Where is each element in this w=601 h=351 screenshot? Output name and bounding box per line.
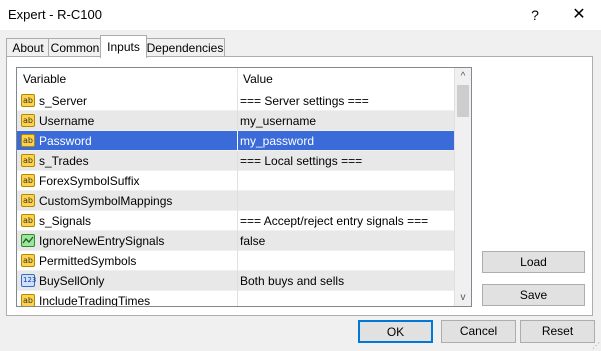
table-row[interactable]: ab CustomSymbolMappings bbox=[17, 191, 454, 211]
variable-name: Username bbox=[39, 114, 95, 128]
variable-name: ForexSymbolSuffix bbox=[39, 174, 140, 188]
variable-name: Password bbox=[39, 134, 92, 148]
grid-header: Variable Value bbox=[17, 68, 454, 91]
variable-name: s_Server bbox=[39, 94, 88, 108]
variable-column-header[interactable]: Variable bbox=[17, 68, 237, 91]
value-cell[interactable]: === Server settings === bbox=[237, 91, 454, 111]
resize-grip-icon[interactable]: ⋰ bbox=[592, 342, 600, 350]
string-param-icon: ab bbox=[21, 294, 35, 306]
variable-name: CustomSymbolMappings bbox=[39, 194, 173, 208]
variable-name: IncludeTradingTimes bbox=[39, 294, 151, 307]
load-button[interactable]: Load bbox=[482, 251, 585, 273]
table-row[interactable]: ab ForexSymbolSuffix bbox=[17, 171, 454, 191]
table-row[interactable]: ab s_Trades === Local settings === bbox=[17, 151, 454, 171]
variable-cell: ab Username bbox=[17, 111, 237, 131]
value-column-header[interactable]: Value bbox=[237, 68, 454, 91]
tab-inputs[interactable]: Inputs bbox=[100, 35, 147, 58]
save-button[interactable]: Save bbox=[482, 284, 585, 306]
string-param-icon: ab bbox=[21, 114, 35, 127]
value-cell[interactable]: my_username bbox=[237, 111, 454, 131]
table-row[interactable]: 123 BuySellOnly Both buys and sells bbox=[17, 271, 454, 291]
tab-common[interactable]: Common bbox=[48, 38, 102, 57]
scroll-down-icon[interactable]: v bbox=[455, 289, 471, 306]
value-cell[interactable]: === Local settings === bbox=[237, 151, 454, 171]
help-button[interactable]: ? bbox=[520, 2, 550, 28]
value-cell[interactable]: === Accept/reject entry signals === bbox=[237, 211, 454, 231]
variable-name: IgnoreNewEntrySignals bbox=[39, 234, 165, 248]
value-cell[interactable] bbox=[237, 251, 454, 271]
value-cell[interactable]: Both buys and sells bbox=[237, 271, 454, 291]
value-cell[interactable]: false bbox=[237, 231, 454, 251]
variable-cell: ab s_Server bbox=[17, 91, 237, 111]
table-row[interactable]: ab Username my_username bbox=[17, 111, 454, 131]
table-row[interactable]: ab s_Server === Server settings === bbox=[17, 91, 454, 111]
variable-cell: ab IncludeTradingTimes bbox=[17, 291, 237, 307]
value-cell[interactable] bbox=[237, 191, 454, 211]
string-param-icon: ab bbox=[21, 154, 35, 167]
string-param-icon: ab bbox=[21, 194, 35, 207]
table-row[interactable]: IgnoreNewEntrySignals false bbox=[17, 231, 454, 251]
variable-cell: ab CustomSymbolMappings bbox=[17, 191, 237, 211]
close-button[interactable]: ✕ bbox=[564, 2, 594, 28]
value-cell[interactable] bbox=[237, 171, 454, 191]
variable-cell: 123 BuySellOnly bbox=[17, 271, 237, 291]
grid-rows: ab s_Server === Server settings === ab U… bbox=[17, 91, 454, 307]
enum-param-icon: 123 bbox=[21, 274, 36, 287]
string-param-icon: ab bbox=[21, 134, 35, 147]
boolean-param-icon bbox=[21, 234, 35, 247]
variable-name: BuySellOnly bbox=[39, 274, 105, 288]
variable-cell: ab s_Signals bbox=[17, 211, 237, 231]
variable-name: PermittedSymbols bbox=[39, 254, 137, 268]
string-param-icon: ab bbox=[21, 254, 35, 267]
vertical-scrollbar[interactable]: ^ v bbox=[454, 68, 471, 306]
table-row[interactable]: ab s_Signals === Accept/reject entry sig… bbox=[17, 211, 454, 231]
table-row[interactable]: ab IncludeTradingTimes bbox=[17, 291, 454, 307]
variable-name: s_Signals bbox=[39, 214, 92, 228]
inputs-grid[interactable]: Variable Value ab s_Server === Server se… bbox=[16, 67, 472, 307]
scroll-up-icon[interactable]: ^ bbox=[455, 68, 471, 85]
variable-cell: IgnoreNewEntrySignals bbox=[17, 231, 237, 251]
scroll-thumb[interactable] bbox=[457, 85, 469, 117]
variable-cell: ab ForexSymbolSuffix bbox=[17, 171, 237, 191]
window-title: Expert - R-C100 bbox=[8, 7, 102, 22]
title-bar: Expert - R-C100 ? ✕ bbox=[0, 0, 601, 30]
value-cell[interactable] bbox=[237, 291, 454, 306]
value-cell[interactable]: my_password bbox=[237, 131, 454, 151]
variable-cell: ab s_Trades bbox=[17, 151, 237, 171]
table-row[interactable]: ab PermittedSymbols bbox=[17, 251, 454, 271]
tab-dependencies[interactable]: Dependencies bbox=[145, 38, 225, 57]
tab-about[interactable]: About bbox=[6, 38, 50, 57]
variable-cell: ab PermittedSymbols bbox=[17, 251, 237, 271]
string-param-icon: ab bbox=[21, 94, 35, 107]
string-param-icon: ab bbox=[21, 214, 35, 227]
table-row-selected[interactable]: ab Password my_password bbox=[17, 131, 454, 151]
ok-button[interactable]: OK bbox=[358, 320, 433, 343]
variable-name: s_Trades bbox=[39, 154, 89, 168]
string-param-icon: ab bbox=[21, 174, 35, 187]
variable-cell: ab Password bbox=[17, 131, 237, 151]
reset-button[interactable]: Reset bbox=[520, 320, 595, 343]
cancel-button[interactable]: Cancel bbox=[441, 320, 516, 343]
